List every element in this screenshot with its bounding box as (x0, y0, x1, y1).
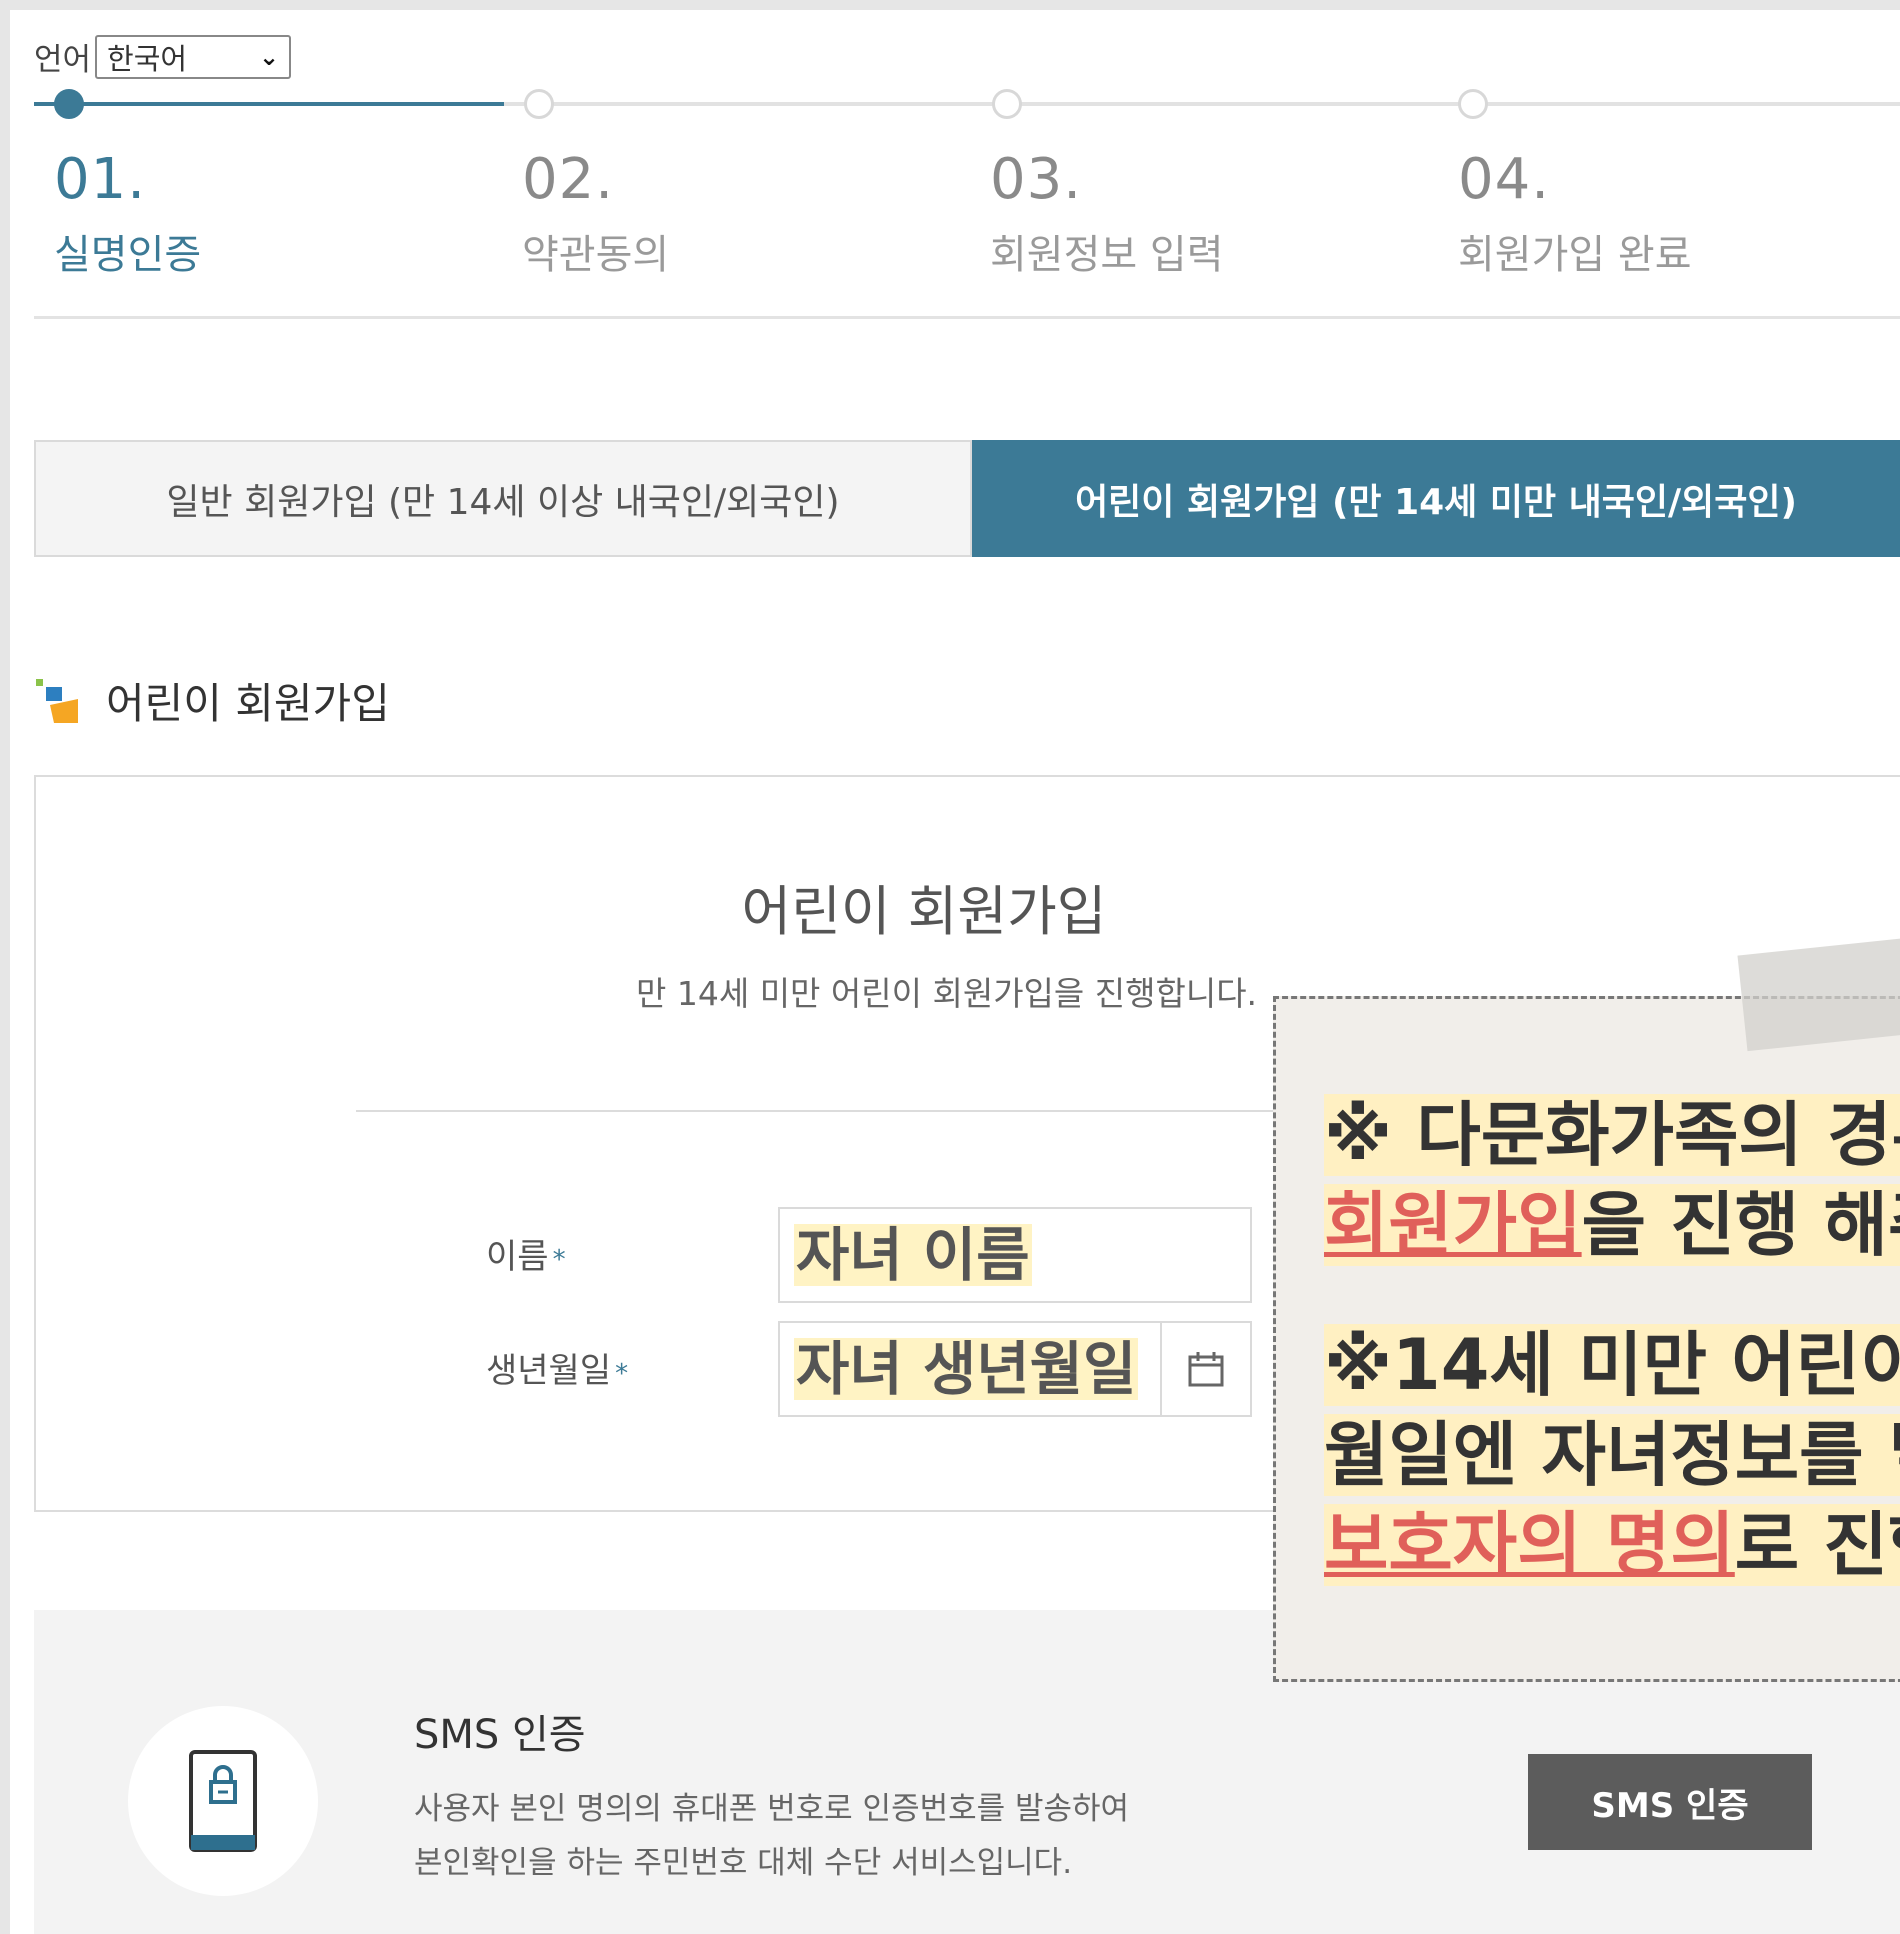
section-title: 어린이 회원가입 (106, 679, 390, 728)
step-3: 03. 회원정보 입력 (990, 148, 1224, 280)
step-label: 실명인증 (54, 232, 202, 278)
note-text: 로 진행 (1734, 1504, 1900, 1586)
calendar-button[interactable] (1160, 1323, 1250, 1415)
tab-general-signup[interactable]: 일반 회원가입 (만 14세 이상 내국인/외국인) (34, 440, 972, 557)
form-subtitle: 만 14세 미만 어린이 회원가입을 진행합니다. (636, 974, 1258, 1013)
sms-description: 사용자 본인 명의의 휴대폰 번호로 인증번호를 발송하여 본인확인을 하는 주… (414, 1782, 1314, 1890)
note-red-text: 회원가입 (1324, 1184, 1582, 1266)
birthdate-label-text: 생년월일 (486, 1351, 612, 1391)
sms-icon-circle (128, 1706, 318, 1896)
section-bullet-icon (36, 678, 78, 723)
step-2: 02. 약관동의 (522, 148, 669, 280)
step-dot-2 (524, 89, 554, 119)
step-1: 01. 실명인증 (54, 148, 201, 280)
language-selector: 언어 한국어 ⌄ (34, 34, 292, 79)
form-title-text: 어린이 회원가입 (741, 880, 1107, 943)
step-label: 회원가입 완료 (1458, 232, 1692, 278)
step-number: 04. (1458, 147, 1551, 212)
step-label: 약관동의 (522, 232, 670, 278)
name-label-text: 이름 (486, 1237, 549, 1277)
sms-description-line: 본인확인을 하는 주민번호 대체 수단 서비스입니다. (414, 1845, 1073, 1881)
required-mark: * (615, 1359, 629, 1389)
note-text: 을 진행 해주 (1581, 1184, 1900, 1266)
sms-description-line: 사용자 본인 명의의 휴대폰 번호로 인증번호를 발송하여 (414, 1791, 1130, 1827)
note-line-4: 월일엔 자녀정보를 넣 (1324, 1414, 1900, 1496)
step-progress-fill (34, 102, 504, 106)
calendar-icon (1188, 1352, 1224, 1387)
form-title: 어린이 회원가입 (36, 867, 1900, 946)
window-left-border (0, 0, 10, 1934)
step-4: 04. 회원가입 완료 (1458, 148, 1692, 280)
tab-child-signup[interactable]: 어린이 회원가입 (만 14세 미만 내국인/외국인) (972, 440, 1900, 557)
note-line-2: 회원가입을 진행 해주 (1324, 1184, 1900, 1266)
note-line-5: 보호자의 명의로 진행 (1324, 1504, 1900, 1586)
window-top-border (0, 0, 1900, 10)
signup-type-tabs: 일반 회원가입 (만 14세 이상 내국인/외국인) 어린이 회원가입 (만 1… (34, 440, 1900, 557)
language-label: 언어 (34, 42, 92, 78)
language-select[interactable]: 한국어 ⌄ (95, 34, 292, 79)
step-number: 02. (522, 147, 615, 212)
name-input[interactable]: 자녀 이름 (778, 1207, 1252, 1303)
steps-divider (34, 316, 1900, 319)
sms-verify-button[interactable]: SMS 인증 (1528, 1754, 1812, 1850)
step-dot-3 (992, 89, 1022, 119)
sms-title: SMS 인증 (414, 1712, 586, 1758)
note-text: ※ 다문화가족의 경우 (1324, 1094, 1900, 1176)
birthdate-input[interactable]: 자녀 생년월일 (778, 1321, 1252, 1417)
language-selected-value: 한국어 (107, 41, 188, 76)
note-line-3: ※14세 미만 어린이의 (1324, 1324, 1900, 1406)
step-number: 03. (990, 147, 1083, 212)
birthdate-label: 생년월일 * (486, 1343, 628, 1392)
step-number: 01. (54, 147, 147, 212)
note-line-1: ※ 다문화가족의 경우 (1324, 1094, 1900, 1176)
section-heading: 어린이 회원가입 (34, 670, 390, 731)
name-label: 이름 * (486, 1229, 566, 1278)
step-label: 회원정보 입력 (990, 232, 1224, 278)
step-dot-4 (1458, 89, 1488, 119)
note-red-text: 보호자의 명의 (1324, 1504, 1735, 1586)
note-tape (1737, 936, 1900, 1052)
note-text: 월일엔 자녀정보를 넣 (1324, 1414, 1900, 1496)
annotation-note: ※ 다문화가족의 경우 회원가입을 진행 해주 ※14세 미만 어린이의 월일엔… (1273, 996, 1900, 1682)
required-mark: * (552, 1245, 566, 1275)
phone-lock-icon (189, 1750, 257, 1852)
note-text: ※14세 미만 어린이의 (1324, 1324, 1900, 1406)
step-dot-1 (54, 89, 84, 119)
chevron-down-icon: ⌄ (258, 42, 280, 71)
birthdate-input-value: 자녀 생년월일 (794, 1335, 1139, 1403)
name-input-value: 자녀 이름 (794, 1221, 1032, 1289)
